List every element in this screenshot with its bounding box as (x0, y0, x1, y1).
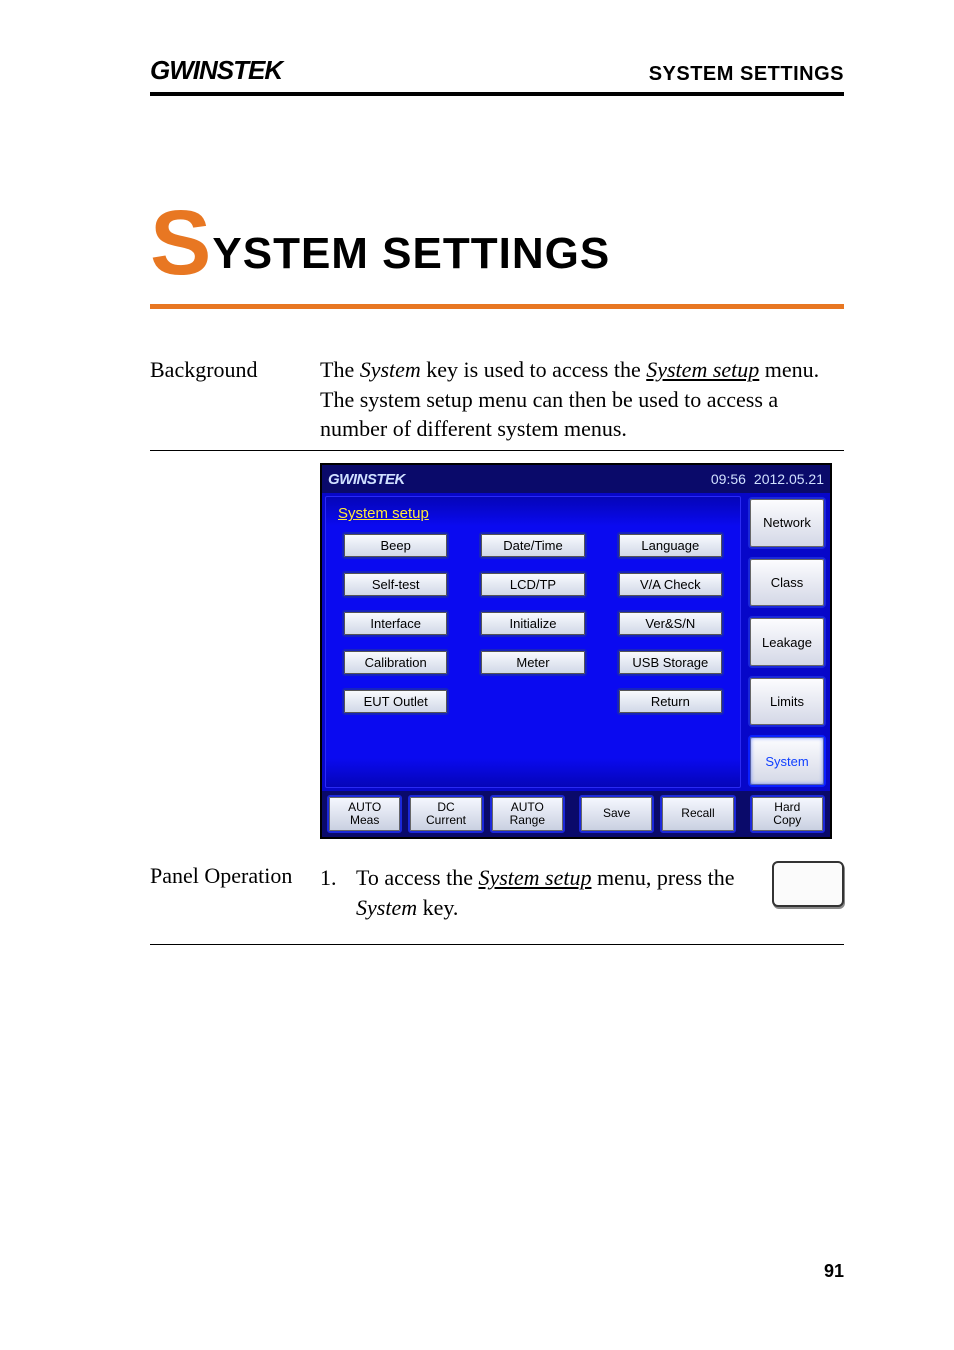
foot-button-automeas[interactable]: AUTOMeas (327, 795, 402, 833)
op-key: System (356, 895, 417, 920)
chapter-title: SYSTEM SETTINGS (150, 216, 844, 309)
op-menu: System setup (478, 865, 591, 890)
background-text: The System key is used to access the Sys… (320, 355, 844, 444)
device-footer: AUTOMeas DCCurrent AUTORange Save Recall… (322, 791, 830, 837)
device-brand: GWINSTEK (328, 471, 703, 488)
brand-logo: GWINSTEK (150, 55, 282, 86)
step-number: 1. (320, 863, 342, 893)
side-button-network[interactable]: Network (748, 497, 826, 549)
device-button-grid: Beep Date/Time Language Self-test LCD/TP… (334, 532, 732, 715)
menu-button-lcdtp[interactable]: LCD/TP (479, 571, 586, 598)
system-keycap-icon (772, 861, 844, 907)
device-screenshot: GWINSTEK 09:56 2012.05.21 System setup B… (320, 463, 832, 839)
bg-menu: System setup (646, 357, 759, 382)
menu-button-selftest[interactable]: Self-test (342, 571, 449, 598)
page-number: 91 (824, 1261, 844, 1282)
device-time: 09:56 (711, 471, 746, 487)
menu-button-initialize[interactable]: Initialize (479, 610, 586, 637)
menu-button-usbstorage[interactable]: USB Storage (617, 649, 724, 676)
menu-button-beep[interactable]: Beep (342, 532, 449, 559)
chapter-rest: YSTEM SETTINGS (212, 229, 610, 278)
bg-key: System (360, 357, 421, 382)
menu-button-language[interactable]: Language (617, 532, 724, 559)
side-button-class[interactable]: Class (748, 557, 826, 609)
step-text: To access the System setup menu, press t… (356, 863, 746, 922)
device-screen-title: System setup (334, 503, 732, 532)
header-section-title: SYSTEM SETTINGS (649, 63, 844, 86)
menu-button-vacheck[interactable]: V/A Check (617, 571, 724, 598)
side-button-system[interactable]: System (748, 735, 826, 787)
side-button-limits[interactable]: Limits (748, 676, 826, 728)
op-mid: menu, press the (592, 865, 735, 890)
bg-mid: key is used to access the (421, 357, 646, 382)
device-side-menu: Network Class Leakage Limits System (744, 493, 830, 791)
foot-button-autorange[interactable]: AUTORange (490, 795, 565, 833)
background-label: Background (150, 355, 320, 444)
menu-button-datetime[interactable]: Date/Time (479, 532, 586, 559)
menu-button-eutoutlet[interactable]: EUT Outlet (342, 688, 449, 715)
menu-button-calibration[interactable]: Calibration (342, 649, 449, 676)
operation-label: Panel Operation (150, 863, 320, 889)
foot-button-recall[interactable]: Recall (660, 795, 735, 833)
menu-button-versn[interactable]: Ver&S/N (617, 610, 724, 637)
chapter-initial: S (150, 192, 212, 294)
menu-button-return[interactable]: Return (617, 688, 724, 715)
device-date: 2012.05.21 (754, 471, 824, 487)
menu-button-meter[interactable]: Meter (479, 649, 586, 676)
op-post: key. (417, 895, 458, 920)
foot-button-dccurrent[interactable]: DCCurrent (408, 795, 483, 833)
menu-button-interface[interactable]: Interface (342, 610, 449, 637)
side-button-leakage[interactable]: Leakage (748, 616, 826, 668)
device-titlebar: GWINSTEK 09:56 2012.05.21 (322, 465, 830, 493)
foot-button-hardcopy[interactable]: HardCopy (750, 795, 825, 833)
op-pre: To access the (356, 865, 478, 890)
bg-pre: The (320, 357, 360, 382)
foot-button-save[interactable]: Save (579, 795, 654, 833)
